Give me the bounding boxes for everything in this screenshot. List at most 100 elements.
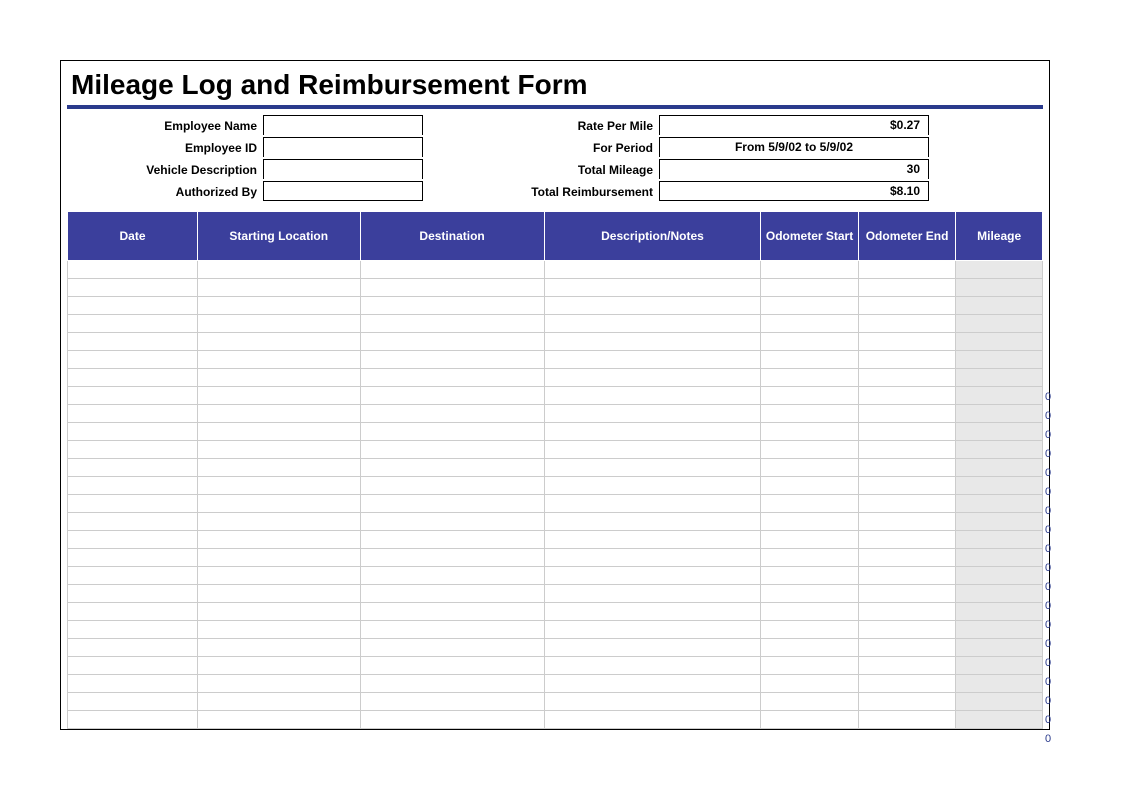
table-cell[interactable] <box>858 495 956 513</box>
table-cell[interactable] <box>761 315 859 333</box>
table-cell[interactable] <box>544 477 761 495</box>
table-cell[interactable] <box>198 351 361 369</box>
table-cell[interactable] <box>68 387 198 405</box>
table-cell[interactable] <box>360 351 544 369</box>
table-cell[interactable] <box>858 675 956 693</box>
table-cell[interactable] <box>858 297 956 315</box>
table-cell[interactable] <box>544 279 761 297</box>
table-cell[interactable] <box>761 333 859 351</box>
table-cell[interactable] <box>761 387 859 405</box>
table-cell[interactable] <box>68 549 198 567</box>
table-cell[interactable] <box>360 513 544 531</box>
table-cell[interactable] <box>858 369 956 387</box>
table-cell[interactable] <box>544 261 761 279</box>
table-cell[interactable] <box>544 531 761 549</box>
table-cell[interactable] <box>761 351 859 369</box>
table-cell[interactable] <box>858 387 956 405</box>
table-cell[interactable] <box>68 621 198 639</box>
table-cell[interactable] <box>761 567 859 585</box>
table-cell[interactable] <box>198 261 361 279</box>
table-cell[interactable] <box>544 549 761 567</box>
table-cell[interactable] <box>544 621 761 639</box>
table-cell[interactable] <box>761 621 859 639</box>
table-cell[interactable] <box>360 315 544 333</box>
table-cell[interactable] <box>761 279 859 297</box>
table-cell[interactable] <box>68 261 198 279</box>
table-cell[interactable] <box>858 333 956 351</box>
table-cell[interactable] <box>761 513 859 531</box>
table-cell[interactable] <box>198 549 361 567</box>
table-cell[interactable] <box>544 693 761 711</box>
table-cell[interactable] <box>544 369 761 387</box>
employee-name-input[interactable] <box>263 115 423 135</box>
table-cell[interactable] <box>198 297 361 315</box>
table-cell[interactable] <box>360 531 544 549</box>
table-cell[interactable] <box>68 333 198 351</box>
table-cell[interactable] <box>544 405 761 423</box>
table-cell[interactable] <box>544 297 761 315</box>
vehicle-desc-input[interactable] <box>263 159 423 179</box>
table-cell[interactable] <box>544 675 761 693</box>
table-cell[interactable] <box>198 387 361 405</box>
table-cell[interactable] <box>858 513 956 531</box>
table-cell[interactable] <box>68 639 198 657</box>
table-cell[interactable] <box>858 585 956 603</box>
table-cell[interactable] <box>544 711 761 729</box>
table-cell[interactable] <box>858 405 956 423</box>
table-cell[interactable] <box>198 369 361 387</box>
table-cell[interactable] <box>68 441 198 459</box>
table-cell[interactable] <box>198 639 361 657</box>
for-period-value[interactable]: From 5/9/02 to 5/9/02 <box>659 137 929 157</box>
table-cell[interactable] <box>198 513 361 531</box>
table-cell[interactable] <box>360 261 544 279</box>
table-cell[interactable] <box>68 495 198 513</box>
table-cell[interactable] <box>360 549 544 567</box>
table-cell[interactable] <box>68 279 198 297</box>
table-cell[interactable] <box>858 603 956 621</box>
table-cell[interactable] <box>360 369 544 387</box>
table-cell[interactable] <box>68 297 198 315</box>
table-cell[interactable] <box>68 567 198 585</box>
table-cell[interactable] <box>198 603 361 621</box>
table-cell[interactable] <box>761 423 859 441</box>
table-cell[interactable] <box>360 621 544 639</box>
authorized-by-input[interactable] <box>263 181 423 201</box>
table-cell[interactable] <box>544 495 761 513</box>
table-cell[interactable] <box>68 693 198 711</box>
table-cell[interactable] <box>858 279 956 297</box>
table-cell[interactable] <box>858 531 956 549</box>
table-cell[interactable] <box>761 441 859 459</box>
table-cell[interactable] <box>198 315 361 333</box>
table-cell[interactable] <box>360 459 544 477</box>
table-cell[interactable] <box>544 351 761 369</box>
table-cell[interactable] <box>761 603 859 621</box>
table-cell[interactable] <box>360 657 544 675</box>
table-cell[interactable] <box>68 477 198 495</box>
table-cell[interactable] <box>544 387 761 405</box>
table-cell[interactable] <box>198 333 361 351</box>
table-cell[interactable] <box>761 297 859 315</box>
table-cell[interactable] <box>544 513 761 531</box>
table-cell[interactable] <box>68 405 198 423</box>
table-cell[interactable] <box>544 657 761 675</box>
table-cell[interactable] <box>360 423 544 441</box>
table-cell[interactable] <box>544 333 761 351</box>
table-cell[interactable] <box>858 477 956 495</box>
table-cell[interactable] <box>360 675 544 693</box>
table-cell[interactable] <box>858 621 956 639</box>
table-cell[interactable] <box>858 351 956 369</box>
employee-id-input[interactable] <box>263 137 423 157</box>
table-cell[interactable] <box>360 585 544 603</box>
table-cell[interactable] <box>360 603 544 621</box>
table-cell[interactable] <box>68 315 198 333</box>
table-cell[interactable] <box>360 405 544 423</box>
table-cell[interactable] <box>858 315 956 333</box>
table-cell[interactable] <box>360 639 544 657</box>
table-cell[interactable] <box>198 693 361 711</box>
table-cell[interactable] <box>68 711 198 729</box>
table-cell[interactable] <box>544 423 761 441</box>
table-cell[interactable] <box>68 657 198 675</box>
rate-per-mile-value[interactable]: $0.27 <box>659 115 929 135</box>
table-cell[interactable] <box>544 585 761 603</box>
table-cell[interactable] <box>360 441 544 459</box>
